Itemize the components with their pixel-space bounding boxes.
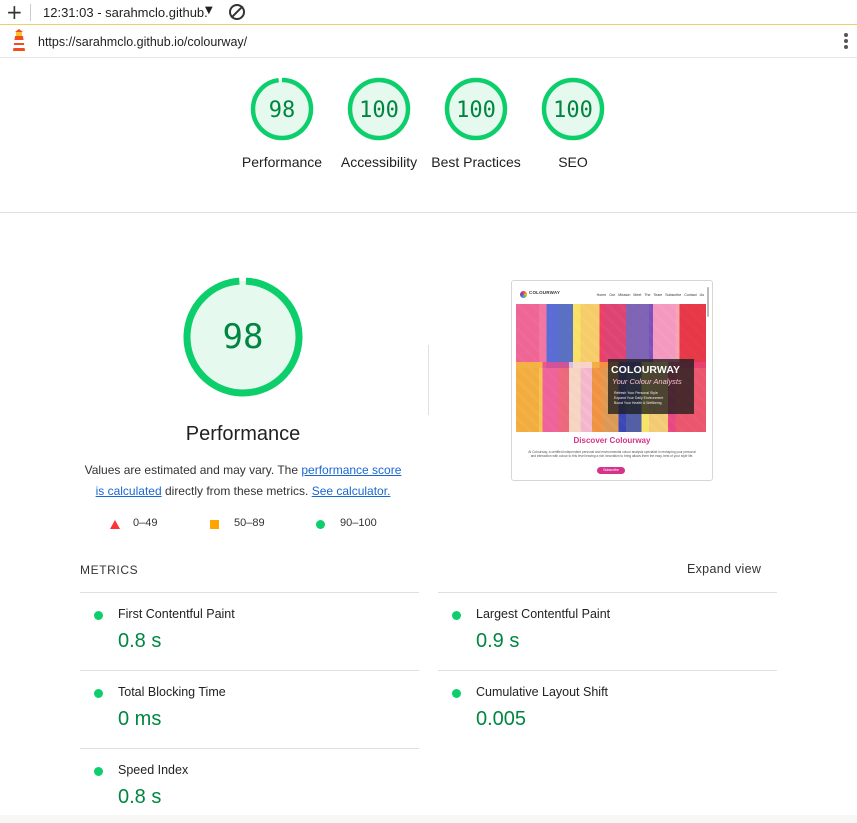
gauge-seo[interactable]: 100 SEO <box>523 76 623 172</box>
thumb-hero-image: COLOURWAY Your Colour Analysts Refresh Y… <box>516 304 706 432</box>
thumb-scrollbar <box>707 287 709 317</box>
gauge-best-practices[interactable]: 100 Best Practices <box>426 76 526 172</box>
metrics-heading: METRICS <box>80 563 139 577</box>
performance-score: 98 <box>223 317 264 357</box>
metric-value: 0.005 <box>476 708 527 730</box>
pass-icon <box>452 611 461 620</box>
metric-value: 0 ms <box>118 708 162 730</box>
pass-icon <box>94 689 103 698</box>
legend-average-label: 50–89 <box>234 517 265 529</box>
metric-value: 0.8 s <box>118 786 162 808</box>
legend-average: 50–89 <box>210 517 265 529</box>
see-calculator-link[interactable]: See calculator. <box>312 484 391 498</box>
metric-speed-index: Speed Index 0.8 s <box>80 748 419 823</box>
metric-name: Largest Contentful Paint <box>476 607 611 621</box>
score-value: 100 <box>456 98 496 123</box>
plus-icon[interactable]: + <box>6 1 23 23</box>
thumb-nav: COLOURWAY Home Our Mission Meet The Team… <box>520 290 706 300</box>
thumb-hero-bullets: Refresh Your Personal Style Expand Your … <box>614 391 663 406</box>
green-circle-icon <box>316 520 325 529</box>
thumb-hero-subtitle: Your Colour Analysts <box>612 377 682 386</box>
gauge-performance[interactable]: 98 Performance <box>232 76 332 172</box>
red-triangle-icon <box>110 520 120 529</box>
score-gauge: 100 <box>347 77 411 141</box>
thumb-brand: COLOURWAY <box>529 290 561 295</box>
performance-title: Performance <box>185 423 301 445</box>
thumb-subscribe-button: Subscribe <box>597 467 625 474</box>
metric-first-contentful-paint: First Contentful Paint 0.8 s <box>80 592 419 670</box>
colourway-logo-icon <box>520 291 527 298</box>
performance-gauge: 98 <box>183 277 303 397</box>
caret-down-icon[interactable]: ▼ <box>205 5 213 16</box>
metric-value: 0.9 s <box>476 630 520 652</box>
category-gauges: 98 Performance 100 Accessibility 100 Best Pra… <box>0 76 857 196</box>
score-gauge: 100 <box>541 77 605 141</box>
pass-icon <box>94 767 103 776</box>
score-gauge: 98 <box>250 77 314 141</box>
expand-view-button[interactable]: Expand view <box>687 562 761 576</box>
thumb-body: At Colourway, a certified independent pe… <box>528 450 696 458</box>
metric-name: First Contentful Paint <box>118 607 235 621</box>
legend-fail: 0–49 <box>110 517 157 529</box>
report-toolbar: + 12:31:03 - sarahmclo.github. ▼ <box>0 0 857 25</box>
legend-fail-label: 0–49 <box>133 517 158 529</box>
header-divider <box>0 212 857 213</box>
legend-pass: 90–100 <box>316 517 377 529</box>
category-label: Best Practices <box>431 154 521 170</box>
desc-text: directly from these metrics. <box>161 484 312 498</box>
metric-largest-contentful-paint: Largest Contentful Paint 0.9 s <box>438 592 777 670</box>
thumb-heading: Discover Colourway <box>573 436 651 445</box>
score-value: 100 <box>359 98 399 123</box>
legend-pass-label: 90–100 <box>340 517 377 529</box>
report-selector[interactable]: 12:31:03 - sarahmclo.github. <box>43 5 208 20</box>
metric-value: 0.8 s <box>118 630 162 652</box>
metric-name: Total Blocking Time <box>118 685 226 699</box>
desc-text: Values are estimated and may vary. The <box>84 463 302 477</box>
clear-icon[interactable] <box>229 4 245 20</box>
lighthouse-logo-icon <box>13 29 25 51</box>
pass-icon <box>94 611 103 620</box>
orange-square-icon <box>210 520 219 529</box>
final-screenshot[interactable]: COLOURWAY Home Our Mission Meet The Team… <box>511 280 713 481</box>
audited-url[interactable]: https://sarahmclo.github.io/colourway/ <box>38 35 247 49</box>
category-label: SEO <box>558 154 588 170</box>
vertical-divider <box>428 345 429 415</box>
toolbar-divider <box>30 4 31 21</box>
metric-cumulative-layout-shift: Cumulative Layout Shift 0.005 <box>438 670 777 748</box>
gauge-accessibility[interactable]: 100 Accessibility <box>329 76 429 172</box>
metric-name: Speed Index <box>118 763 189 777</box>
thumb-bullet: Boost Your Health & Wellbeing <box>614 401 662 405</box>
score-value: 100 <box>553 98 593 123</box>
category-label: Accessibility <box>340 154 418 170</box>
score-value: 98 <box>269 98 296 123</box>
more-options-icon[interactable] <box>840 33 852 51</box>
thumb-hero-title: COLOURWAY <box>611 364 681 376</box>
metric-total-blocking-time: Total Blocking Time 0 ms <box>80 670 419 748</box>
category-label: Performance <box>241 154 323 170</box>
metric-name: Cumulative Layout Shift <box>476 685 609 699</box>
thumb-nav-links: Home Our Mission Meet The Team Subscribe… <box>596 293 704 297</box>
thumb-hero-box: COLOURWAY Your Colour Analysts Refresh Y… <box>608 359 694 414</box>
bottom-strip <box>0 815 857 823</box>
performance-description: Values are estimated and may vary. The p… <box>80 460 406 502</box>
url-bar: https://sarahmclo.github.io/colourway/ <box>0 25 857 58</box>
pass-icon <box>452 689 461 698</box>
score-gauge: 100 <box>444 77 508 141</box>
